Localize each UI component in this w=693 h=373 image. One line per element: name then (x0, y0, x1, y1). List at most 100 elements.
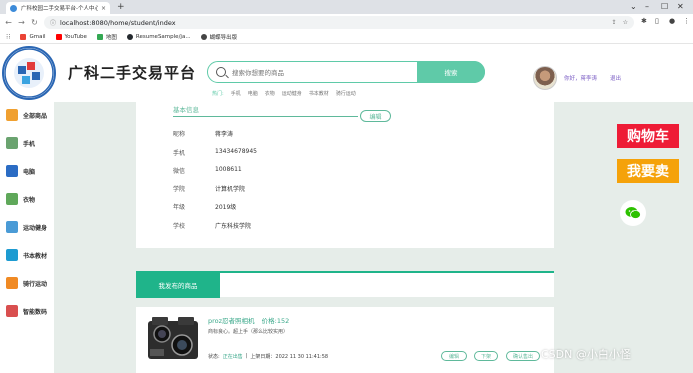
section-divider (173, 116, 358, 117)
tab-close-icon[interactable]: × (101, 5, 106, 12)
url-text: localhost:8080/home/student/index (60, 18, 176, 27)
hot-word-computer[interactable]: 电脑 (248, 90, 258, 97)
extensions-icon[interactable]: ✱ (641, 17, 647, 25)
hot-word-cycling[interactable]: 骑行运动 (336, 90, 356, 97)
hot-word-fitness[interactable]: 运动健身 (282, 90, 302, 97)
sidepanel-icon[interactable]: ▯ (655, 17, 659, 25)
sidebar-item-phone[interactable]: 手机 (0, 132, 54, 154)
avatar[interactable] (533, 66, 557, 90)
profile-icon[interactable]: ● (669, 17, 675, 25)
bookmarks-bar: ⁝⁝ Gmail YouTube 地图 ResumeSample/ja... 蝴… (0, 31, 693, 44)
menu-icon[interactable]: ⋮ (683, 17, 690, 25)
hot-word-books[interactable]: 书本教材 (309, 90, 329, 97)
new-tab-button[interactable]: + (117, 2, 125, 12)
bicycle-icon (6, 277, 18, 289)
category-sidebar: 全部商品 手机 电脑 衣物 运动健身 书本教材 骑行运动 智能数码 (0, 102, 54, 373)
school-logo[interactable] (2, 46, 56, 100)
forward-icon[interactable]: → (15, 18, 28, 27)
reload-icon[interactable]: ↻ (28, 18, 41, 27)
tab-favicon-icon (10, 4, 17, 12)
maximize-icon[interactable]: ☐ (661, 2, 668, 11)
github-icon (126, 34, 133, 40)
back-icon[interactable]: ← (2, 18, 15, 27)
bookmark-star-icon[interactable]: ☆ (623, 19, 628, 26)
sidebar-item-cycling[interactable]: 骑行运动 (0, 272, 54, 294)
unlist-item-button[interactable]: 下架 (474, 351, 498, 361)
books-icon (6, 249, 18, 261)
hot-label: 热门: (212, 91, 224, 97)
page-content: 广科二手交易平台 搜索 热门: 手机 电脑 衣物 运动健身 书本教材 骑行运动 … (0, 44, 693, 373)
search-icon (216, 67, 226, 77)
hot-words: 热门: 手机 电脑 衣物 运动健身 书本教材 骑行运动 (212, 90, 356, 97)
profile-card: 基本信息 编辑 昵称 蒋李涛 手机 13434678945 微信 1008611… (136, 102, 554, 248)
youtube-icon (55, 34, 62, 40)
csdn-watermark: CSDN @小白小怪 (541, 348, 631, 361)
site-header: 广科二手交易平台 搜索 热门: 手机 电脑 衣物 运动健身 书本教材 骑行运动 … (0, 44, 693, 102)
bookmark-export[interactable]: 蝴蝶导出版 (200, 33, 237, 41)
digital-icon (6, 305, 18, 317)
bookmark-github[interactable]: ResumeSample/ja... (126, 34, 191, 40)
site-name: 广科二手交易平台 (68, 64, 197, 82)
field-college: 学院 计算机学院 (173, 186, 246, 193)
meta-separator: | (245, 353, 248, 359)
hot-word-phone[interactable]: 手机 (231, 90, 241, 97)
bookmark-gmail[interactable]: Gmail (20, 34, 46, 40)
section-title: 基本信息 (173, 106, 199, 114)
fitness-icon (6, 221, 18, 233)
computer-icon (6, 165, 18, 177)
logout-link[interactable]: 退出 (610, 74, 621, 82)
camera-image[interactable] (146, 315, 200, 361)
item-title[interactable]: proz忍者照相机 价格:152 (208, 315, 289, 325)
wechat-icon (625, 207, 641, 219)
window-close-icon[interactable]: ✕ (677, 2, 684, 11)
field-wechat: 微信 1008611 (173, 166, 242, 175)
apps-grid-icon[interactable]: ⁝⁝ (6, 33, 10, 41)
status-label: 状态: (208, 354, 220, 360)
posted-tab-bar: 我发布的商品 (136, 271, 554, 298)
clothes-icon (6, 193, 18, 205)
sidebar-item-fitness[interactable]: 运动健身 (0, 216, 54, 238)
shopping-cart-button[interactable]: 购物车 (617, 124, 679, 148)
share-icon[interactable]: ⇪ (612, 19, 617, 26)
minimize-icon[interactable]: – (645, 2, 649, 11)
status-badge: 正在出售 (222, 354, 243, 360)
wechat-button[interactable] (620, 200, 646, 226)
field-phone: 手机 13434678945 (173, 148, 257, 157)
sidebar-item-all[interactable]: 全部商品 (0, 104, 54, 126)
butterfly-icon (200, 34, 207, 40)
gmail-icon (20, 34, 27, 40)
bookmark-youtube[interactable]: YouTube (55, 34, 87, 40)
field-school: 学校 广东科技学院 (173, 223, 252, 230)
sidebar-item-digital[interactable]: 智能数码 (0, 300, 54, 322)
chevron-down-icon[interactable]: ⌄ (630, 2, 637, 11)
item-meta: 状态: 正在出售 | 上架日期：2022 11 30 11:41:58 (208, 353, 328, 360)
edit-profile-button[interactable]: 编辑 (360, 110, 391, 122)
browser-tab[interactable]: 广科校园二手交易平台-个人中心 × (6, 2, 110, 14)
confirm-sold-button[interactable]: 确认售出 (506, 351, 540, 361)
list-item: proz忍者照相机 价格:152 商标良心。超上手（那么比较实用） 状态: 正在… (136, 307, 554, 373)
search-button[interactable]: 搜索 (417, 61, 485, 83)
item-price: 价格:152 (261, 317, 290, 325)
browser-toolbar: ← → ↻ ⓘ localhost:8080/home/student/inde… (0, 14, 693, 31)
field-nickname: 昵称 蒋李涛 (173, 131, 234, 138)
sidebar-item-computer[interactable]: 电脑 (0, 160, 54, 182)
hot-word-clothes[interactable]: 衣物 (265, 90, 275, 97)
sell-button[interactable]: 我要卖 (617, 159, 679, 183)
address-bar[interactable]: ⓘ localhost:8080/home/student/index ⇪ ☆ (44, 16, 634, 29)
browser-tabstrip: 广科校园二手交易平台-个人中心 × + ⌄ – ☐ ✕ (0, 0, 693, 14)
tab-title: 广科校园二手交易平台-个人中心 (21, 6, 98, 12)
edit-item-button[interactable]: 编辑 (441, 351, 467, 361)
user-greeting[interactable]: 你好，蒋李涛 (564, 74, 597, 82)
sidebar-item-clothes[interactable]: 衣物 (0, 188, 54, 210)
listing-date: 上架日期：2022 11 30 11:41:58 (250, 354, 329, 360)
search-input[interactable] (232, 65, 412, 80)
field-grade: 年级 2019级 (173, 204, 237, 211)
all-goods-icon (6, 109, 18, 121)
phone-icon (6, 137, 18, 149)
info-icon[interactable]: ⓘ (50, 18, 56, 27)
search-box: 搜索 (207, 61, 485, 83)
bookmark-maps[interactable]: 地图 (96, 33, 117, 41)
maps-icon (96, 34, 103, 40)
sidebar-item-books[interactable]: 书本教材 (0, 244, 54, 266)
tab-my-posted[interactable]: 我发布的商品 (136, 271, 220, 298)
